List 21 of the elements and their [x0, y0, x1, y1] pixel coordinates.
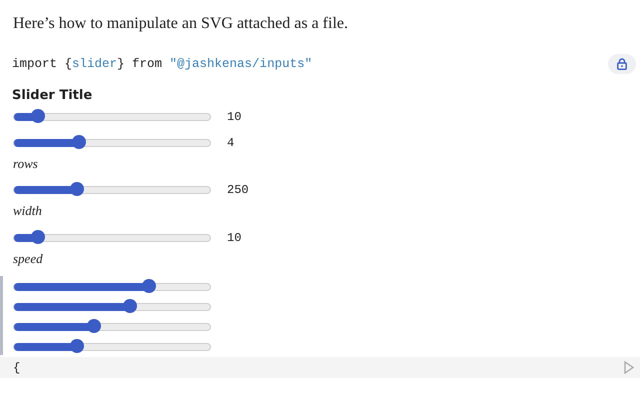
import-statement: import {slider} from "@jashkenas/inputs"	[12, 56, 312, 73]
slider-thumb[interactable]	[87, 318, 102, 333]
intro-text: Here’s how to manipulate an SVG attached as a file.	[12, 14, 349, 34]
slider-thumb[interactable]	[72, 134, 86, 148]
slider-label: width	[13, 203, 43, 219]
slider-label: speed	[13, 250, 44, 266]
slider-value: 10	[227, 108, 242, 126]
slider-title: Slider Title	[11, 87, 94, 105]
slider-value: 250	[227, 182, 249, 200]
slider-value: 4	[227, 134, 234, 152]
slider-value: 10	[227, 230, 242, 247]
lock-icon	[617, 58, 627, 70]
slider-thumb[interactable]	[70, 338, 84, 353]
slider-thumb[interactable]	[70, 182, 84, 196]
slider-thumb[interactable]	[30, 108, 45, 122]
lock-button[interactable]	[608, 54, 636, 74]
slider-label: rows	[13, 156, 39, 172]
slider-thumb[interactable]	[122, 298, 137, 313]
code-text: {	[13, 360, 20, 375]
slider-thumb[interactable]	[30, 230, 45, 244]
slider-thumb[interactable]	[142, 278, 156, 293]
